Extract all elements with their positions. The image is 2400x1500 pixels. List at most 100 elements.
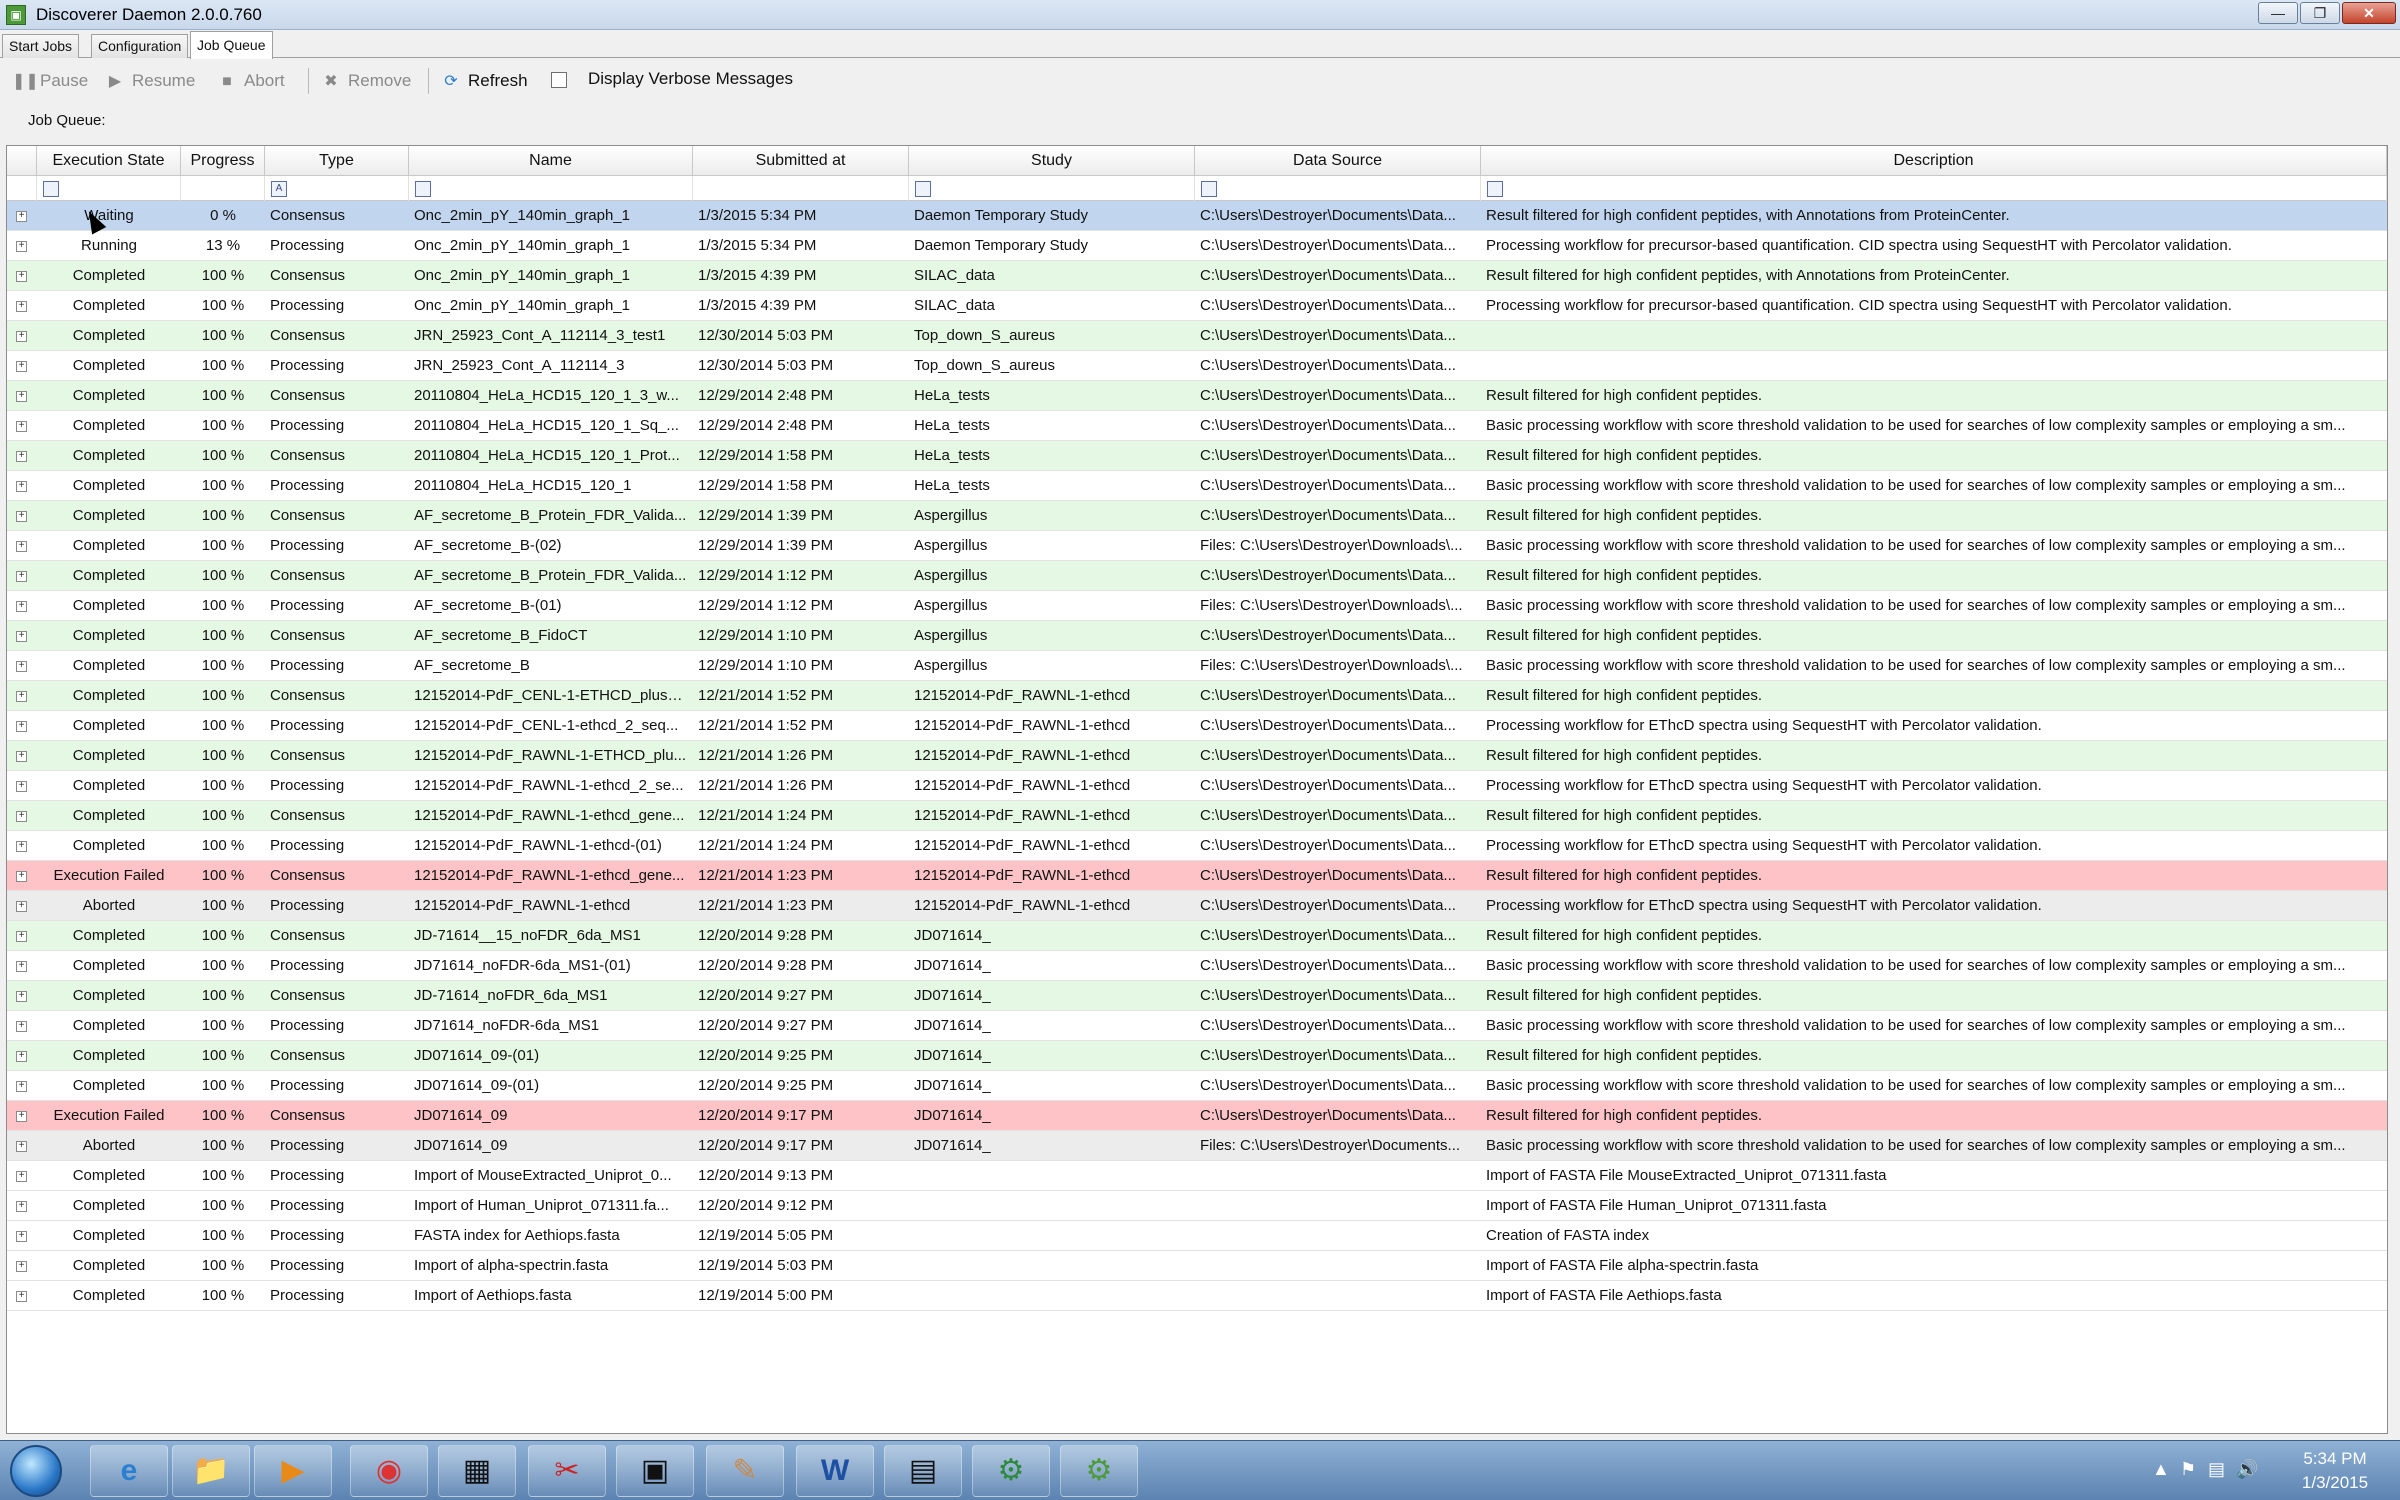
filter-submitted-at[interactable]	[693, 176, 909, 201]
expand-icon[interactable]: +	[16, 241, 27, 252]
table-row[interactable]: + Waiting 0 % Consensus Onc_2min_pY_140min_g…	[7, 201, 2387, 231]
expand-icon[interactable]: +	[16, 991, 27, 1002]
volume-icon[interactable]: 🔊	[2236, 1459, 2258, 1480]
expand-icon[interactable]: +	[16, 1021, 27, 1032]
expand-icon[interactable]: +	[16, 871, 27, 882]
table-row[interactable]: + Completed 100 % Processing Import of alpha…	[7, 1251, 2387, 1281]
close-button[interactable]: ✕	[2342, 2, 2396, 24]
expand-icon[interactable]: +	[16, 691, 27, 702]
filter-icon[interactable]	[915, 181, 931, 197]
clock-date[interactable]: 1/3/2015	[2290, 1473, 2380, 1493]
table-row[interactable]: + Running 13 % Processing Onc_2min_pY_140min…	[7, 231, 2387, 261]
header-description[interactable]: Description	[1481, 146, 2387, 176]
tab-job-queue[interactable]: Job Queue	[190, 31, 273, 59]
table-row[interactable]: + Completed 100 % Processing Onc_2min_pY_140…	[7, 291, 2387, 321]
filter-icon[interactable]	[1487, 181, 1503, 197]
expand-icon[interactable]: +	[16, 1171, 27, 1182]
file-explorer-icon[interactable]: 📁	[172, 1445, 250, 1497]
network-icon[interactable]: ▤	[2208, 1459, 2225, 1480]
table-row[interactable]: + Completed 100 % Processing JD71614_noFDR-6…	[7, 1011, 2387, 1041]
table-row[interactable]: + Aborted 100 % Processing JD071614_09 12/20/…	[7, 1131, 2387, 1161]
header-execution-state[interactable]: Execution State	[37, 146, 181, 176]
filter-icon[interactable]	[43, 181, 59, 197]
expand-icon[interactable]: +	[16, 661, 27, 672]
header-data-source[interactable]: Data Source	[1195, 146, 1481, 176]
minimize-button[interactable]: —	[2258, 2, 2298, 24]
table-row[interactable]: + Completed 100 % Processing JRN_25923_Cont_…	[7, 351, 2387, 381]
remote-desktop-icon[interactable]: ▣	[616, 1445, 694, 1497]
expand-icon[interactable]: +	[16, 1291, 27, 1302]
table-row[interactable]: + Aborted 100 % Processing 12152014-PdF_RAWN…	[7, 891, 2387, 921]
table-row[interactable]: + Completed 100 % Processing Import of Human…	[7, 1191, 2387, 1221]
media-player-icon[interactable]: ▶	[254, 1445, 332, 1497]
header-submitted-at[interactable]: Submitted at	[693, 146, 909, 176]
table-row[interactable]: + Completed 100 % Processing 20110804_HeLa_H…	[7, 411, 2387, 441]
filter-data-source[interactable]	[1195, 176, 1481, 201]
verbose-messages-checkbox[interactable]	[551, 72, 567, 88]
expand-icon[interactable]: +	[16, 1141, 27, 1152]
header-study[interactable]: Study	[909, 146, 1195, 176]
filter-progress[interactable]	[181, 176, 265, 201]
table-row[interactable]: + Completed 100 % Processing 12152014-PdF_CE…	[7, 711, 2387, 741]
table-row[interactable]: + Completed 100 % Consensus 20110804_HeLa_HC…	[7, 381, 2387, 411]
daemon-icon[interactable]: ⚙	[1060, 1445, 1138, 1497]
filter-name[interactable]	[409, 176, 693, 201]
expand-icon[interactable]: +	[16, 451, 27, 462]
expand-icon[interactable]: +	[16, 841, 27, 852]
table-row[interactable]: + Completed 100 % Processing Import of Mouse…	[7, 1161, 2387, 1191]
refresh-button[interactable]: ⟳ Refresh	[440, 68, 527, 94]
filter-icon[interactable]	[1201, 181, 1217, 197]
table-row[interactable]: + Completed 100 % Consensus 12152014-PdF_RAW…	[7, 741, 2387, 771]
expand-icon[interactable]: +	[16, 631, 27, 642]
filter-description[interactable]	[1481, 176, 2387, 201]
calculator-icon[interactable]: ▦	[438, 1445, 516, 1497]
resume-button[interactable]: ▶ Resume	[104, 68, 195, 94]
maximize-button[interactable]: ❐	[2300, 2, 2340, 24]
table-row[interactable]: + Completed 100 % Consensus Onc_2min_pY_140m…	[7, 261, 2387, 291]
table-row[interactable]: + Completed 100 % Consensus JD-71614__15_noF…	[7, 921, 2387, 951]
expand-icon[interactable]: +	[16, 571, 27, 582]
tab-start-jobs[interactable]: Start Jobs	[2, 34, 80, 58]
expand-icon[interactable]: +	[16, 961, 27, 972]
expand-icon[interactable]: +	[16, 931, 27, 942]
table-row[interactable]: + Completed 100 % Processing 12152014-PdF_RA…	[7, 771, 2387, 801]
filter-execution-state[interactable]	[37, 176, 181, 201]
expand-icon[interactable]: +	[16, 1201, 27, 1212]
header-type[interactable]: Type	[265, 146, 409, 176]
expand-icon[interactable]: +	[16, 1261, 27, 1272]
show-hidden-icons-icon[interactable]: ▲	[2152, 1459, 2170, 1480]
table-row[interactable]: + Completed 100 % Processing FASTA index for…	[7, 1221, 2387, 1251]
table-row[interactable]: + Completed 100 % Consensus JRN_25923_Cont_A…	[7, 321, 2387, 351]
table-row[interactable]: + Completed 100 % Processing JD71614_noFDR-6…	[7, 951, 2387, 981]
expand-icon[interactable]: +	[16, 481, 27, 492]
table-row[interactable]: + Completed 100 % Consensus 12152014-PdF_RAW…	[7, 801, 2387, 831]
expand-icon[interactable]: +	[16, 211, 27, 222]
table-row[interactable]: + Completed 100 % Consensus 20110804_HeLa_HC…	[7, 441, 2387, 471]
table-row[interactable]: + Execution Failed 100 % Consensus JD071614_…	[7, 1101, 2387, 1131]
expand-icon[interactable]: +	[16, 811, 27, 822]
filter-icon[interactable]	[415, 181, 431, 197]
header-progress[interactable]: Progress	[181, 146, 265, 176]
internet-explorer-icon[interactable]: e	[90, 1445, 168, 1497]
table-row[interactable]: + Completed 100 % Processing JD071614_09-(01…	[7, 1071, 2387, 1101]
table-row[interactable]: + Completed 100 % Consensus AF_secretome_B_P…	[7, 501, 2387, 531]
expand-icon[interactable]: +	[16, 361, 27, 372]
tab-configuration[interactable]: Configuration	[91, 34, 189, 58]
pause-button[interactable]: ❚❚Pause	[12, 68, 88, 94]
table-row[interactable]: + Completed 100 % Consensus JD071614_09-(01)…	[7, 1041, 2387, 1071]
expand-icon[interactable]: +	[16, 1051, 27, 1062]
table-row[interactable]: + Completed 100 % Consensus AF_secretome_B_F…	[7, 621, 2387, 651]
text-filter-icon[interactable]: A	[271, 181, 287, 197]
table-row[interactable]: + Completed 100 % Processing Import of Aethi…	[7, 1281, 2387, 1311]
control-panel-icon[interactable]: ▤	[884, 1445, 962, 1497]
abort-button[interactable]: ■ Abort	[216, 68, 284, 94]
expand-icon[interactable]: +	[16, 751, 27, 762]
table-row[interactable]: + Completed 100 % Consensus JD-71614_noFDR_6…	[7, 981, 2387, 1011]
discoverer-icon[interactable]: ⚙	[972, 1445, 1050, 1497]
snipping-tool-icon[interactable]: ✂	[528, 1445, 606, 1497]
expand-icon[interactable]: +	[16, 901, 27, 912]
table-row[interactable]: + Completed 100 % Processing 20110804_HeLa_H…	[7, 471, 2387, 501]
chrome-icon[interactable]: ◉	[350, 1445, 428, 1497]
table-row[interactable]: + Execution Failed 100 % Consensus 12152014-…	[7, 861, 2387, 891]
expand-icon[interactable]: +	[16, 271, 27, 282]
